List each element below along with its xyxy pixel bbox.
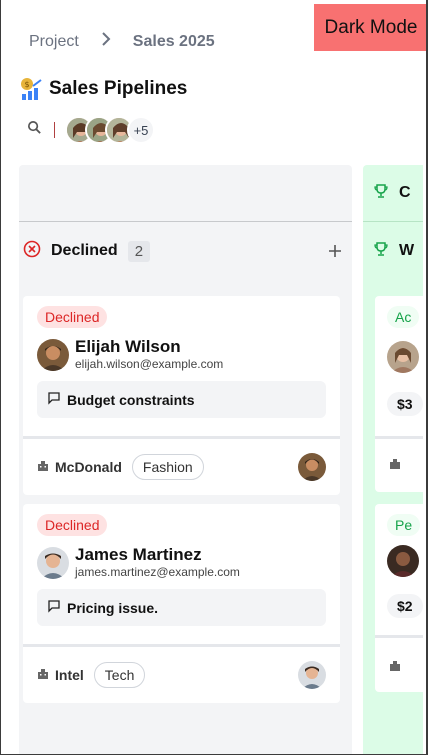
card-divider	[375, 635, 423, 638]
chevron-right-icon	[101, 32, 111, 51]
column-header: W	[363, 222, 423, 280]
avatar	[37, 338, 69, 371]
building-icon	[389, 660, 401, 675]
card-divider	[375, 436, 423, 439]
breadcrumb: Project Sales 2025	[29, 32, 215, 51]
status-badge: Declined	[37, 514, 108, 536]
declined-status-icon	[23, 240, 41, 263]
page-title-row: $ Sales Pipelines	[19, 77, 187, 101]
column-title: Declined	[51, 242, 118, 259]
column-count-badge: 2	[127, 240, 151, 262]
search-icon[interactable]	[27, 120, 42, 140]
column-header: Declined 2	[19, 222, 352, 280]
contact-name: Elijah Wilson	[75, 337, 181, 356]
company-name: McDonald	[55, 459, 122, 476]
column-header-top: C	[363, 165, 423, 222]
column-won: C W Ac $3 Pe $2	[363, 165, 423, 755]
contact-name: James Martinez	[75, 545, 202, 564]
toolbar: +5	[27, 116, 155, 144]
trophy-icon	[373, 183, 389, 204]
company-name: Intel	[55, 667, 84, 684]
member-avatars[interactable]: +5	[65, 116, 155, 144]
trophy-icon	[373, 241, 389, 262]
note-text: Pricing issue.	[67, 599, 159, 616]
comment-icon	[47, 599, 61, 616]
contact-email: elijah.wilson@example.com	[75, 356, 224, 371]
column-top-label: C	[399, 184, 411, 201]
avatar	[37, 546, 69, 579]
status-badge: Pe	[387, 514, 421, 536]
toolbar-divider	[54, 122, 55, 138]
sales-chart-icon: $	[19, 77, 43, 101]
note-text: Budget constraints	[67, 391, 195, 408]
add-card-button[interactable]	[328, 238, 342, 264]
deal-value: $3	[387, 392, 423, 416]
contact: Elijah Wilson elijah.wilson@example.com	[37, 337, 326, 371]
deal-card[interactable]: Declined James Martinez james.martinez@e…	[23, 504, 340, 704]
column-header-spacer	[19, 165, 352, 222]
company: Intel	[37, 667, 84, 683]
deal-card[interactable]: Pe $2	[375, 504, 423, 692]
breadcrumb-item-project[interactable]: Project	[29, 33, 79, 51]
avatar	[387, 545, 419, 577]
svg-text:$: $	[24, 80, 29, 89]
owner-avatar	[298, 661, 326, 690]
deal-value: $2	[387, 594, 423, 618]
industry-tag: Fashion	[131, 454, 204, 481]
dark-mode-button[interactable]: Dark Mode	[314, 4, 428, 51]
owner-avatar	[298, 453, 326, 482]
deal-note: Pricing issue.	[37, 589, 326, 627]
page-title: Sales Pipelines	[49, 78, 188, 99]
contact-email: james.martinez@example.com	[75, 564, 240, 579]
building-icon	[37, 667, 49, 683]
column-declined: Declined 2 Declined Elijah Wilson elijah…	[19, 165, 352, 755]
building-icon	[389, 458, 401, 473]
column-title: W	[399, 242, 415, 259]
avatar	[387, 341, 419, 373]
breadcrumb-item-current: Sales 2025	[132, 32, 215, 50]
company: McDonald	[37, 459, 122, 475]
contact: James Martinez james.martinez@example.co…	[37, 545, 326, 579]
more-members-badge[interactable]: +5	[127, 116, 155, 144]
building-icon	[37, 459, 49, 475]
status-badge: Declined	[37, 306, 108, 328]
status-badge: Ac	[387, 306, 420, 328]
deal-card[interactable]: Declined Elijah Wilson elijah.wilson@exa…	[23, 296, 340, 496]
deal-card[interactable]: Ac $3	[375, 296, 423, 492]
deal-note: Budget constraints	[37, 381, 326, 419]
comment-icon	[47, 391, 61, 408]
industry-tag: Tech	[93, 662, 146, 689]
